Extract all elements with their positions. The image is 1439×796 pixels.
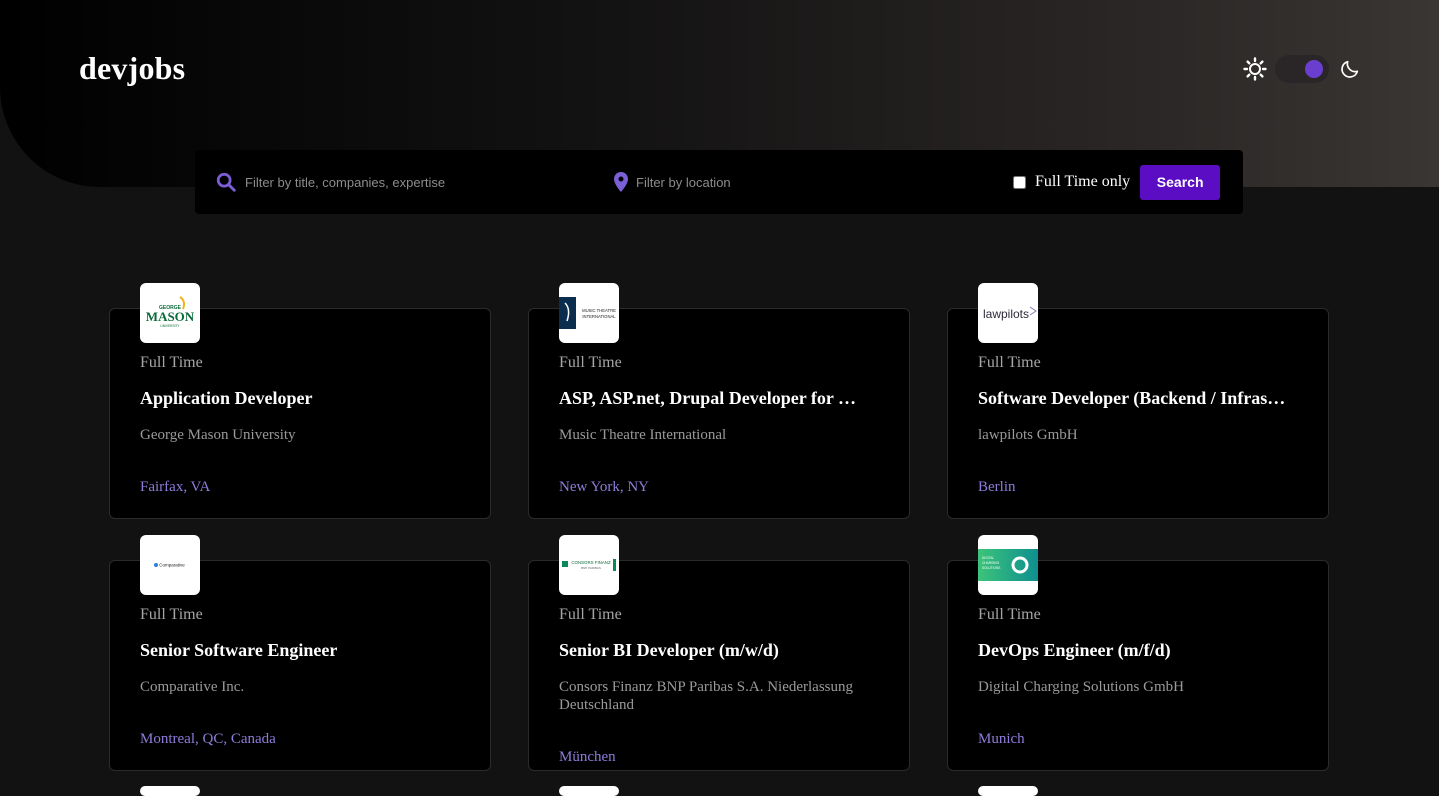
svg-text:lawpilots: lawpilots: [983, 307, 1029, 321]
fulltime-checkbox[interactable]: [1013, 175, 1026, 189]
company-logo: DIGITAL CHARGING SOLUTIONS: [978, 535, 1038, 595]
svg-text:MUSIC THEATRE: MUSIC THEATRE: [582, 308, 616, 313]
switch-knob: [1305, 60, 1323, 78]
company-logo: CONSORS FINANZ BNP PARIBAS: [559, 535, 619, 595]
moon-icon: [1341, 60, 1359, 78]
theme-toggle: [1243, 55, 1361, 83]
job-card[interactable]: DIGITAL CHARGING SOLUTIONS Full Time Dev…: [947, 535, 1329, 771]
location-filter: [591, 150, 981, 214]
svg-text:DIGITAL: DIGITAL: [982, 556, 994, 560]
job-card[interactable]: CONSORS FINANZ BNP PARIBAS Full Time Sen…: [528, 535, 910, 771]
job-title[interactable]: Application Developer: [140, 388, 470, 409]
job-location: Montreal, QC, Canada: [140, 731, 276, 747]
job-location: Munich: [978, 731, 1025, 747]
title-filter: [195, 150, 591, 214]
job-list: GEORGE MASON UNIVERSITY Full Time Applic…: [109, 283, 1329, 771]
location-pin-icon: [614, 172, 628, 192]
svg-text:Comparative: Comparative: [159, 563, 185, 568]
company-logo-partial: [140, 786, 200, 796]
app-logo[interactable]: devjobs: [79, 50, 185, 87]
job-card[interactable]: GEORGE MASON UNIVERSITY Full Time Applic…: [109, 283, 491, 519]
company-name: lawpilots GmbH: [978, 427, 1078, 443]
job-location: New York, NY: [559, 479, 650, 495]
search-button[interactable]: Search: [1140, 164, 1221, 200]
company-name: Comparative Inc.: [140, 679, 245, 695]
job-title[interactable]: ASP, ASP.net, Drupal Developer for …: [559, 388, 889, 409]
svg-text:INTERNATIONAL: INTERNATIONAL: [582, 314, 616, 319]
location-filter-input[interactable]: [636, 174, 956, 190]
company-name: Digital Charging Solutions GmbH: [978, 679, 1184, 695]
company-logo: MUSIC THEATRE INTERNATIONAL: [559, 283, 619, 343]
company-logo-partial: [978, 786, 1038, 796]
job-type: Full Time: [559, 606, 622, 623]
job-location: Fairfax, VA: [140, 479, 211, 495]
sun-icon: [1243, 57, 1267, 81]
job-type: Full Time: [978, 606, 1041, 623]
job-title[interactable]: Senior Software Engineer: [140, 640, 470, 661]
search-icon: [216, 172, 236, 192]
job-type: Full Time: [140, 354, 203, 371]
job-title[interactable]: DevOps Engineer (m/f/d): [978, 640, 1308, 661]
company-logo: GEORGE MASON UNIVERSITY: [140, 283, 200, 343]
svg-text:UNIVERSITY: UNIVERSITY: [160, 324, 180, 328]
svg-text:CHARGING: CHARGING: [982, 561, 1000, 565]
company-name: Music Theatre International: [559, 427, 727, 443]
job-card[interactable]: lawpilots Full Time Software Developer (…: [947, 283, 1329, 519]
company-logo-partial: [559, 786, 619, 796]
company-name: George Mason University: [140, 427, 296, 443]
search-bar: Full Time only Search: [195, 150, 1243, 214]
job-title[interactable]: Software Developer (Backend / Infras…: [978, 388, 1308, 409]
svg-text:SOLUTIONS: SOLUTIONS: [982, 566, 1000, 570]
job-type: Full Time: [140, 606, 203, 623]
job-card[interactable]: Comparative Full Time Senior Software En…: [109, 535, 491, 771]
title-filter-input[interactable]: [245, 174, 565, 190]
job-location: München: [559, 749, 616, 765]
fulltime-label: Full Time only: [1035, 173, 1131, 190]
job-title[interactable]: Senior BI Developer (m/w/d): [559, 640, 889, 661]
company-logo: Comparative: [140, 535, 200, 595]
company-name: Consors Finanz BNP Paribas S.A. Niederla…: [559, 679, 854, 713]
job-type: Full Time: [978, 354, 1041, 371]
job-type: Full Time: [559, 354, 622, 371]
job-card[interactable]: MUSIC THEATRE INTERNATIONAL Full Time AS…: [528, 283, 910, 519]
job-location: Berlin: [978, 479, 1016, 495]
svg-text:CONSORS FINANZ: CONSORS FINANZ: [571, 560, 611, 565]
company-logo: lawpilots: [978, 283, 1038, 343]
svg-text:BNP PARIBAS: BNP PARIBAS: [581, 566, 601, 570]
fulltime-filter[interactable]: Full Time only: [1013, 173, 1130, 191]
dark-mode-switch[interactable]: [1275, 55, 1329, 83]
svg-text:MASON: MASON: [146, 309, 195, 324]
